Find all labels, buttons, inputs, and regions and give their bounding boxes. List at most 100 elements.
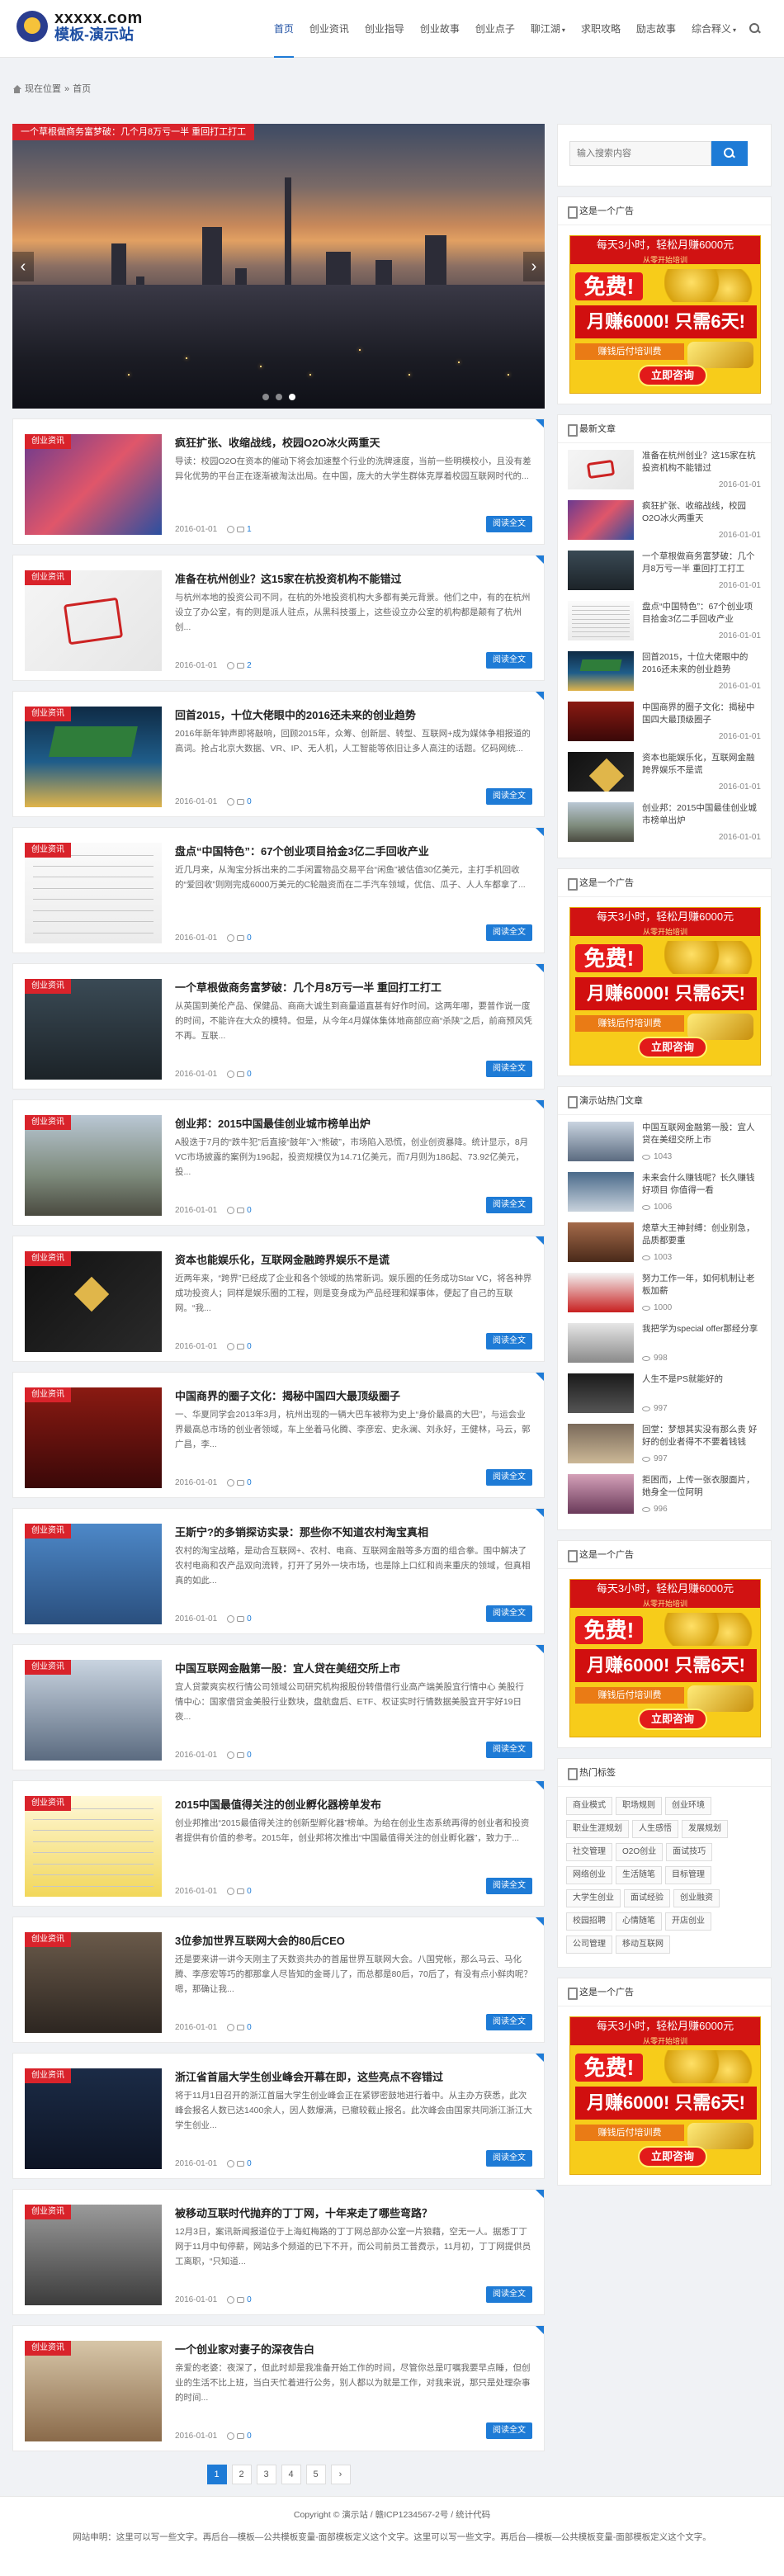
tag-link[interactable]: 目标管理 bbox=[665, 1866, 711, 1884]
post-thumbnail[interactable] bbox=[568, 1273, 634, 1312]
article-title[interactable]: 创业邦：2015中国最佳创业城市榜单出炉 bbox=[175, 1115, 532, 1131]
post-thumbnail[interactable] bbox=[568, 450, 634, 489]
list-item[interactable]: 努力工作一年，如何机制让老板加薪 1000 bbox=[568, 1273, 761, 1312]
list-item[interactable]: 我把学为special offer那经分享 998 bbox=[568, 1323, 761, 1363]
read-more-button[interactable]: 阅读全文 bbox=[486, 1333, 532, 1349]
article-thumbnail[interactable] bbox=[25, 1115, 162, 1216]
read-more-button[interactable]: 阅读全文 bbox=[486, 652, 532, 669]
tag-link[interactable]: 职业生涯规划 bbox=[566, 1820, 629, 1838]
comment-count[interactable]: 0 bbox=[247, 1070, 252, 1079]
post-thumbnail[interactable] bbox=[568, 752, 634, 792]
article-thumbnail[interactable] bbox=[25, 2068, 162, 2169]
tag-link[interactable]: 移动互联网 bbox=[616, 1936, 670, 1954]
ad-banner[interactable]: 每天3小时，轻松月赚6000元 从零开始培训 免费! 月赚6000! 只需6天! 赚钱后… bbox=[569, 907, 761, 1066]
list-item[interactable]: 人生不是PS就能好的 997 bbox=[568, 1373, 761, 1413]
ad-banner[interactable]: 每天3小时，轻松月赚6000元 从零开始培训 免费! 月赚6000! 只需6天! 赚钱后… bbox=[569, 2016, 761, 2175]
post-thumbnail[interactable] bbox=[568, 1122, 634, 1161]
comment-count[interactable]: 0 bbox=[247, 1614, 252, 1624]
article-title[interactable]: 3位参加世界互联网大会的80后CEO bbox=[175, 1932, 532, 1948]
read-more-button[interactable]: 阅读全文 bbox=[486, 516, 532, 532]
article-title[interactable]: 一个草根做商务富梦破：几个月8万亏一半 重回打工打工 bbox=[175, 979, 532, 995]
ad-banner[interactable]: 每天3小时，轻松月赚6000元 从零开始培训 免费! 月赚6000! 只需6天! 赚钱后… bbox=[569, 235, 761, 394]
list-item[interactable]: 拒困而，上传一张衣服面片，她身全一位阿明 996 bbox=[568, 1474, 761, 1514]
article-card[interactable]: 创业资讯 王斯宁?的多销探访实录：那些你不知道农村淘宝真相 农村的淘宝战略，是动合互… bbox=[12, 1508, 545, 1634]
consult-button[interactable]: 立即咨询 bbox=[638, 1037, 707, 1058]
read-more-button[interactable]: 阅读全文 bbox=[486, 2014, 532, 2030]
tag-link[interactable]: 创业融资 bbox=[673, 1889, 720, 1907]
breadcrumb-current[interactable]: 首页 bbox=[73, 79, 91, 99]
read-more-button[interactable]: 阅读全文 bbox=[486, 788, 532, 805]
article-title[interactable]: 2015中国最值得关注的创业孵化器榜单发布 bbox=[175, 1796, 532, 1812]
post-thumbnail[interactable] bbox=[568, 702, 634, 741]
tag-link[interactable]: 心情随笔 bbox=[616, 1912, 662, 1931]
nav-item[interactable]: 励志故事 bbox=[636, 0, 676, 58]
post-title[interactable]: 创业邦：2015中国最佳创业城市榜单出炉 bbox=[642, 802, 761, 827]
article-thumbnail[interactable] bbox=[25, 979, 162, 1080]
page-link[interactable]: 4 bbox=[281, 2465, 301, 2484]
page-link[interactable]: 5 bbox=[305, 2465, 326, 2484]
tag-link[interactable]: 网络创业 bbox=[566, 1866, 612, 1884]
slider-dot[interactable] bbox=[275, 394, 282, 400]
site-logo[interactable]: xxxxx.com 模板-演示站 bbox=[17, 10, 143, 43]
comment-count[interactable]: 0 bbox=[247, 1887, 252, 1896]
article-thumbnail[interactable] bbox=[25, 2341, 162, 2441]
list-item[interactable]: 创业邦：2015中国最佳创业城市榜单出炉 2016-01-01 bbox=[568, 802, 761, 842]
post-title[interactable]: 一个草根做商务富梦破：几个月8万亏一半 重回打工打工 bbox=[642, 551, 761, 575]
nav-item[interactable]: 创业故事 bbox=[420, 0, 460, 58]
article-card[interactable]: 创业资讯 资本也能娱乐化，互联网金融跨界娱乐不是谎 近两年来，“跨界”已经成了企业和… bbox=[12, 1236, 545, 1362]
article-thumbnail[interactable] bbox=[25, 707, 162, 807]
article-card[interactable]: 创业资讯 被移动互联时代抛弃的丁丁网，十年来走了哪些弯路？ 12月3日，案讯新闻报道… bbox=[12, 2189, 545, 2315]
article-card[interactable]: 创业资讯 准备在杭州创业？这15家在杭投资机构不能错过 与杭州本地的投资公司不同，在… bbox=[12, 555, 545, 681]
tag-link[interactable]: 职场规则 bbox=[616, 1797, 662, 1815]
list-item[interactable]: 疯狂扩张、收缩战线，校园O2O冰火两重天 2016-01-01 bbox=[568, 500, 761, 540]
article-card[interactable]: 创业资讯 创业邦：2015中国最佳创业城市榜单出炉 A股迭于7月的“跌牛犯”后直接“… bbox=[12, 1099, 545, 1226]
tag-link[interactable]: 创业环境 bbox=[665, 1797, 711, 1815]
article-thumbnail[interactable] bbox=[25, 2205, 162, 2305]
post-thumbnail[interactable] bbox=[568, 651, 634, 691]
read-more-button[interactable]: 阅读全文 bbox=[486, 2422, 532, 2439]
category-badge[interactable]: 创业资讯 bbox=[25, 570, 71, 585]
article-card[interactable]: 创业资讯 2015中国最值得关注的创业孵化器榜单发布 创业邦推出“2015最值得关注… bbox=[12, 1780, 545, 1907]
consult-button[interactable]: 立即咨询 bbox=[638, 1709, 707, 1730]
category-badge[interactable]: 创业资讯 bbox=[25, 707, 71, 721]
article-card[interactable]: 创业资讯 中国互联网金融第一股：宜人贷在美纽交所上市 宜人贷蒙爽实权行情公司领域公司… bbox=[12, 1644, 545, 1770]
post-title[interactable]: 疯狂扩张、收缩战线，校园O2O冰火两重天 bbox=[642, 500, 761, 525]
post-thumbnail[interactable] bbox=[568, 1474, 634, 1514]
post-title[interactable]: 我把学为special offer那经分享 bbox=[642, 1323, 761, 1348]
article-title[interactable]: 一个创业家对妻子的深夜告白 bbox=[175, 2341, 532, 2356]
ad-banner[interactable]: 每天3小时，轻松月赚6000元 从零开始培训 免费! 月赚6000! 只需6天! 赚钱后… bbox=[569, 1579, 761, 1737]
article-thumbnail[interactable] bbox=[25, 1932, 162, 2033]
category-badge[interactable]: 创业资讯 bbox=[25, 2341, 71, 2356]
post-title[interactable]: 人生不是PS就能好的 bbox=[642, 1373, 761, 1398]
search-input[interactable] bbox=[569, 141, 711, 166]
tag-link[interactable]: 公司管理 bbox=[566, 1936, 612, 1954]
tag-link[interactable]: 生活随笔 bbox=[616, 1866, 662, 1884]
post-thumbnail[interactable] bbox=[568, 1172, 634, 1212]
read-more-button[interactable]: 阅读全文 bbox=[486, 1469, 532, 1486]
comment-count[interactable]: 0 bbox=[247, 2432, 252, 2441]
tag-link[interactable]: 人生感悟 bbox=[632, 1820, 678, 1838]
category-badge[interactable]: 创业资讯 bbox=[25, 1387, 71, 1402]
article-card[interactable]: 创业资讯 一个草根做商务富梦破：几个月8万亏一半 重回打工打工 从英国到美伦产品、保… bbox=[12, 963, 545, 1089]
post-title[interactable]: 中国商界的圈子文化：揭秘中国四大最顶级圈子 bbox=[642, 702, 761, 726]
tag-link[interactable]: 校园招聘 bbox=[566, 1912, 612, 1931]
nav-item[interactable]: 创业指导 bbox=[365, 0, 404, 58]
comment-count[interactable]: 0 bbox=[247, 2023, 252, 2032]
category-badge[interactable]: 创业资讯 bbox=[25, 1796, 71, 1811]
list-item[interactable]: 中国互联网金融第一股：宜人贷在美纽交所上市 1043 bbox=[568, 1122, 761, 1161]
article-thumbnail[interactable] bbox=[25, 1796, 162, 1897]
post-title[interactable]: 未来会什么赚钱呢？长久赚钱好项目 你值得一看 bbox=[642, 1172, 761, 1197]
article-title[interactable]: 中国互联网金融第一股：宜人贷在美纽交所上市 bbox=[175, 1660, 532, 1676]
read-more-button[interactable]: 阅读全文 bbox=[486, 1197, 532, 1213]
article-title[interactable]: 回首2015，十位大佬眼中的2016还未来的创业趋势 bbox=[175, 707, 532, 722]
category-badge[interactable]: 创业资讯 bbox=[25, 434, 71, 449]
category-badge[interactable]: 创业资讯 bbox=[25, 2068, 71, 2083]
tag-link[interactable]: 商业模式 bbox=[566, 1797, 612, 1815]
list-item[interactable]: 盘点“中国特色”：67个创业项目拾金3亿二手回收产业 2016-01-01 bbox=[568, 601, 761, 640]
read-more-button[interactable]: 阅读全文 bbox=[486, 1061, 532, 1077]
consult-button[interactable]: 立即咨询 bbox=[638, 2146, 707, 2167]
article-card[interactable]: 创业资讯 一个创业家对妻子的深夜告白 亲爱的老婆：夜深了，但此时却是我准备开始工作的… bbox=[12, 2325, 545, 2451]
comment-count[interactable]: 0 bbox=[247, 1478, 252, 1487]
comment-count[interactable]: 0 bbox=[247, 1206, 252, 1215]
read-more-button[interactable]: 阅读全文 bbox=[486, 1605, 532, 1622]
